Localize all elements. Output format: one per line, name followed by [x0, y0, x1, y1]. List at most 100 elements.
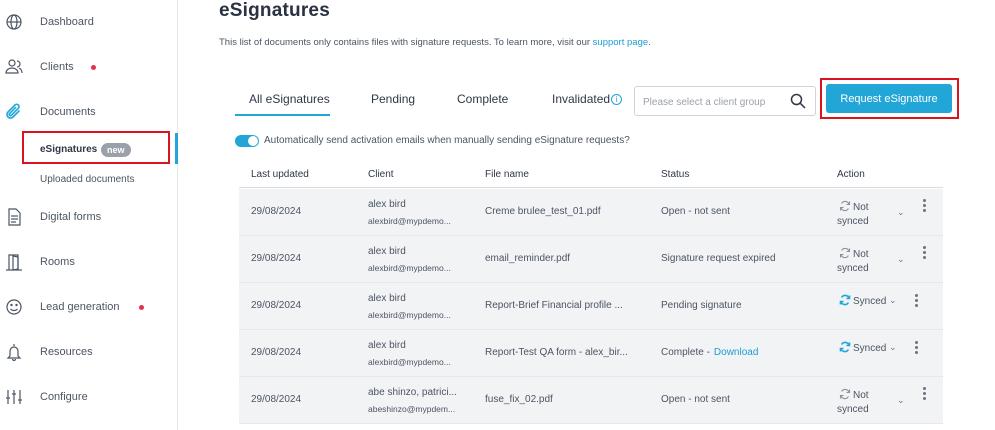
sidebar-item-label: Digital forms: [40, 211, 102, 223]
sidebar-item-label: Resources: [40, 346, 93, 358]
sliders-icon: [5, 388, 23, 406]
cell-client: alex bird alexbird@mypdemo...: [368, 338, 451, 370]
table-header-divider: [239, 187, 943, 188]
cell-file-name[interactable]: Creme brulee_test_01.pdf: [485, 206, 601, 217]
tab-label: Invalidated: [552, 92, 611, 106]
chevron-down-icon[interactable]: ⌄: [897, 395, 905, 405]
chevron-down-icon[interactable]: ⌄: [897, 254, 905, 264]
table-row[interactable]: 29/08/2024 alex bird alexbird@mypdemo... Re…: [239, 330, 943, 377]
cell-file-name[interactable]: Report-Brief Financial profile ...: [485, 300, 623, 311]
search-icon[interactable]: [790, 93, 806, 109]
more-options-icon[interactable]: [921, 387, 927, 401]
more-options-icon[interactable]: [913, 341, 919, 355]
client-name: alex bird: [368, 246, 406, 257]
cell-file-name[interactable]: Report-Test QA form - alex_bir...: [485, 347, 628, 358]
table-row[interactable]: 29/08/2024 alex bird alexbird@mypdemo... em…: [239, 236, 943, 283]
auto-activation-toggle[interactable]: [235, 135, 259, 147]
cell-file-name[interactable]: fuse_fix_02.pdf: [485, 394, 553, 405]
paperclip-icon: [5, 103, 23, 121]
tab-label: All eSignatures: [249, 92, 330, 106]
auto-activation-label: Automatically send activation emails whe…: [264, 135, 630, 146]
highlight-box: [22, 131, 170, 164]
tab-pending[interactable]: Pending: [371, 92, 415, 116]
sidebar-item-rooms[interactable]: Rooms: [0, 250, 177, 274]
client-name: abe shinzo, patrici...: [368, 387, 457, 398]
cell-client: abe shinzo, patrici... abeshinzo@mypdem..…: [368, 385, 457, 417]
cell-client: alex bird alexbird@mypdemo...: [368, 244, 451, 276]
info-text-body: This list of documents only contains fil…: [219, 37, 593, 48]
not-synced-icon: [839, 388, 851, 400]
column-header-status[interactable]: Status: [661, 169, 689, 180]
sync-status-text: Synced: [853, 296, 887, 307]
cell-action: Synced ⌄: [837, 293, 937, 323]
sidebar-item-clients[interactable]: Clients: [0, 55, 177, 79]
tab-label: Complete: [457, 92, 509, 106]
globe-icon: [5, 13, 23, 31]
sidebar-item-dashboard[interactable]: Dashboard: [0, 10, 177, 34]
sidebar-item-digital-forms[interactable]: Digital forms: [0, 205, 177, 229]
cell-last-updated: 29/08/2024: [251, 206, 302, 217]
sidebar-item-label: Lead generation: [40, 301, 120, 313]
sync-status-text: Not: [853, 202, 869, 213]
table-row[interactable]: 29/08/2024 alex bird alexbird@mypdemo... Re…: [239, 283, 943, 330]
sync-status-text: Not: [853, 390, 869, 401]
cell-action: Not synced ⌄: [837, 387, 937, 417]
cell-client: alex bird alexbird@mypdemo...: [368, 197, 451, 229]
column-header-client[interactable]: Client: [368, 169, 394, 180]
more-options-icon[interactable]: [913, 294, 919, 308]
status-text: Pending signature: [661, 300, 742, 311]
download-link[interactable]: Download: [714, 347, 758, 358]
notification-dot: [139, 305, 144, 310]
sidebar-item-resources[interactable]: Resources: [0, 340, 177, 364]
page-title: eSignatures: [219, 0, 330, 21]
client-group-search[interactable]: [634, 86, 816, 116]
cell-client: alex bird alexbird@mypdemo...: [368, 291, 451, 323]
sidebar-item-lead-generation[interactable]: Lead generation: [0, 295, 177, 319]
sidebar: Dashboard Clients Documents eSignatures …: [0, 0, 178, 430]
sidebar-item-configure[interactable]: Configure: [0, 385, 177, 409]
column-header-last-updated[interactable]: Last updated: [251, 169, 309, 180]
more-options-icon[interactable]: [921, 199, 927, 213]
client-name: alex bird: [368, 340, 406, 351]
door-icon: [5, 253, 23, 271]
form-icon: [5, 208, 23, 226]
client-email: alexbird@mypdemo...: [368, 310, 451, 320]
cell-status: Pending signature: [661, 300, 746, 311]
sidebar-item-label: Configure: [40, 391, 88, 403]
cell-status: Signature request expired: [661, 253, 780, 264]
tab-complete[interactable]: Complete: [457, 92, 508, 116]
tab-invalidated[interactable]: Invalidated i: [552, 92, 623, 116]
table-row[interactable]: 29/08/2024 abe shinzo, patrici... abeshinz…: [239, 377, 943, 424]
column-header-file-name[interactable]: File name: [485, 169, 529, 180]
not-synced-icon: [839, 247, 851, 259]
chevron-down-icon[interactable]: ⌄: [889, 295, 897, 305]
cell-file-name[interactable]: email_reminder.pdf: [485, 253, 570, 264]
chevron-down-icon[interactable]: ⌄: [897, 207, 905, 217]
info-text: This list of documents only contains fil…: [219, 37, 651, 48]
more-options-icon[interactable]: [921, 246, 927, 260]
info-icon[interactable]: i: [611, 94, 623, 105]
synced-icon: [839, 294, 851, 306]
cell-last-updated: 29/08/2024: [251, 394, 302, 405]
request-esignature-button[interactable]: Request eSignature: [826, 84, 952, 113]
client-email: alexbird@mypdemo...: [368, 216, 451, 226]
sync-status-text: Not: [853, 249, 869, 260]
active-indicator: [175, 133, 178, 164]
cell-status: Open - not sent: [661, 206, 734, 217]
client-group-search-input[interactable]: [643, 93, 783, 111]
chevron-down-icon[interactable]: ⌄: [889, 342, 897, 352]
status-text: Open - not sent: [661, 394, 730, 405]
support-page-link[interactable]: support page: [593, 37, 648, 48]
cell-last-updated: 29/08/2024: [251, 300, 302, 311]
client-email: alexbird@mypdemo...: [368, 357, 451, 367]
sidebar-subitem-uploaded-documents[interactable]: Uploaded documents: [0, 169, 177, 191]
table-row[interactable]: 29/08/2024 alex bird alexbird@mypdemo... Cr…: [239, 189, 943, 236]
sidebar-item-documents[interactable]: Documents: [0, 100, 177, 124]
tab-all-esignatures[interactable]: All eSignatures: [235, 92, 330, 116]
sidebar-item-label: Rooms: [40, 256, 75, 268]
column-header-action[interactable]: Action: [837, 169, 865, 180]
cell-action: Synced ⌄: [837, 340, 937, 370]
sync-status-text-2: synced: [837, 263, 869, 274]
notification-dot: [91, 65, 96, 70]
smiley-icon: [5, 298, 23, 316]
